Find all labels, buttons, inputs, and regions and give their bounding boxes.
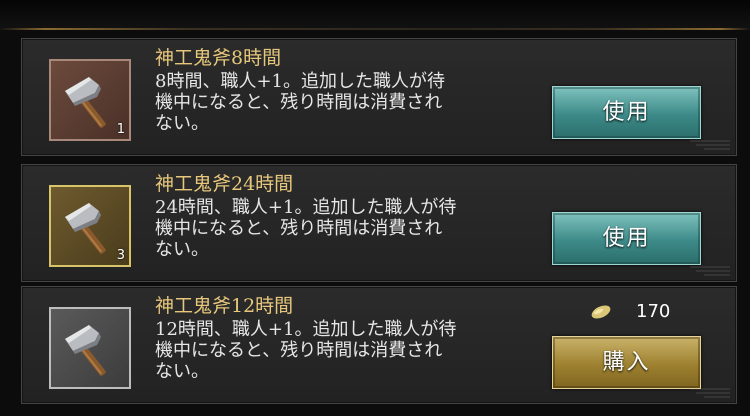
use-button[interactable]: 使用 xyxy=(552,86,701,139)
description-line: 12時間、職人+1。追加した職人が待 xyxy=(155,319,457,340)
description-line: 機中になると、残り時間は消費され xyxy=(155,340,443,361)
item-title: 神工鬼斧12時間 xyxy=(155,295,294,317)
item-card: 1 神工鬼斧8時間 8時間、職人+1。追加した職人が待 機中になると、残り時間は… xyxy=(21,38,737,156)
item-card: 3 神工鬼斧24時間 24時間、職人+1。追加した職人が待 機中になると、残り時… xyxy=(21,164,737,282)
buy-button[interactable]: 購入 xyxy=(552,336,701,389)
description-line: 機中になると、残り時間は消費され xyxy=(155,92,443,113)
item-title: 神工鬼斧8時間 xyxy=(155,47,282,69)
use-button[interactable]: 使用 xyxy=(552,212,701,265)
top-bar xyxy=(0,0,750,30)
price-value: 170 xyxy=(636,301,671,322)
description-line: 8時間、職人+1。追加した職人が待 xyxy=(155,71,445,92)
item-description: 24時間、職人+1。追加した職人が待 機中になると、残り時間は消費され ない。 xyxy=(155,197,540,260)
item-count: 3 xyxy=(116,248,125,263)
item-count: 1 xyxy=(116,122,125,137)
hammer-icon xyxy=(65,325,106,376)
item-description: 12時間、職人+1。追加した職人が待 機中になると、残り時間は消費され ない。 xyxy=(155,319,540,382)
description-line: ない。 xyxy=(155,361,209,382)
price-tag: 170 xyxy=(590,299,700,325)
item-description: 8時間、職人+1。追加した職人が待 機中になると、残り時間は消費され ない。 xyxy=(155,71,540,134)
description-line: ない。 xyxy=(155,239,209,260)
item-thumbnail[interactable]: 1 xyxy=(49,59,131,141)
description-line: ない。 xyxy=(155,113,209,134)
item-title: 神工鬼斧24時間 xyxy=(155,173,294,195)
wave-ornament xyxy=(690,388,730,398)
wave-ornament xyxy=(690,266,730,276)
item-card: 神工鬼斧12時間 12時間、職人+1。追加した職人が待 機中になると、残り時間は… xyxy=(21,286,737,404)
wave-ornament xyxy=(690,140,730,150)
item-list[interactable]: 1 神工鬼斧8時間 8時間、職人+1。追加した職人が待 機中になると、残り時間は… xyxy=(0,30,750,416)
description-line: 24時間、職人+1。追加した職人が待 xyxy=(155,197,457,218)
description-line: 機中になると、残り時間は消費され xyxy=(155,218,443,239)
gold-ingot-icon xyxy=(591,305,611,319)
item-thumbnail[interactable]: 3 xyxy=(49,185,131,267)
item-thumbnail[interactable] xyxy=(49,307,131,389)
